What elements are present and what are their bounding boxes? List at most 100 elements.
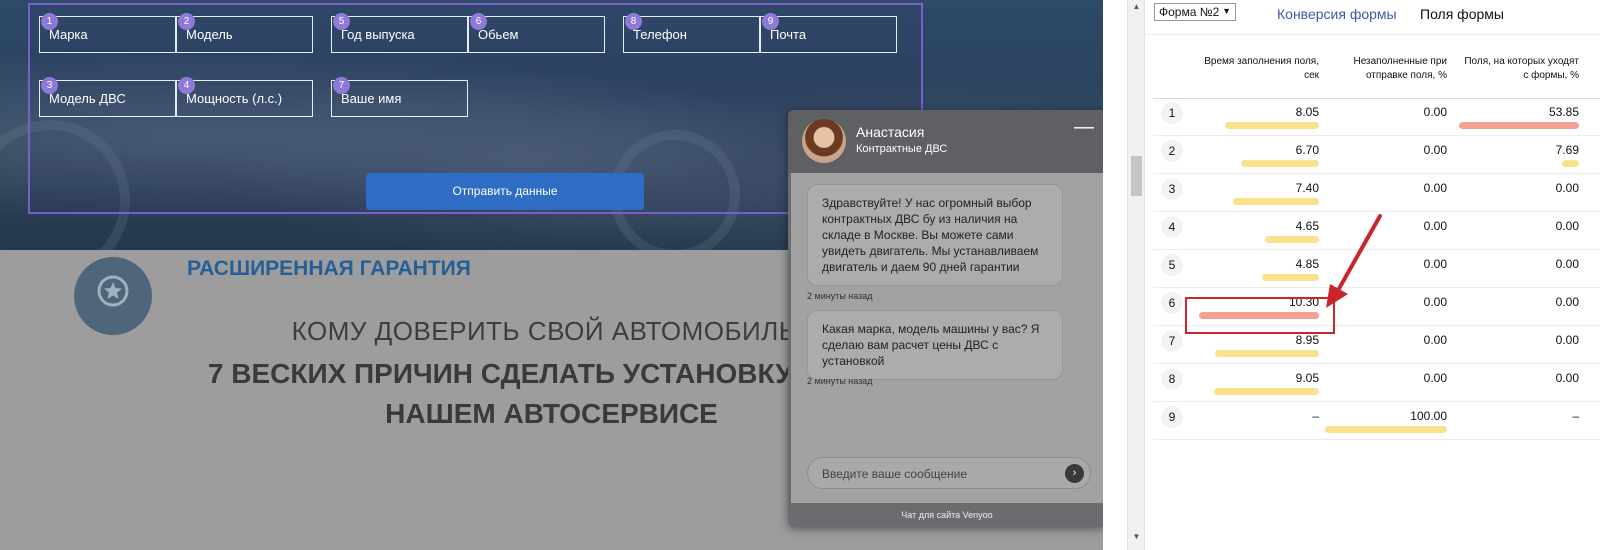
form-field[interactable]: 9 Почта [760,13,897,53]
exit-value: 0.00 [1555,181,1579,195]
message-time: 2 минуты назад [807,376,873,386]
form-select[interactable]: Форма №2 ▼ [1154,3,1236,21]
column-header-unfilled: Незаполненные при отправке поля, % [1313,55,1447,83]
scroll-up-icon[interactable]: ▲ [1128,2,1145,16]
row-number: 4 [1161,216,1183,238]
row-number: 7 [1161,330,1183,352]
column-header-exit: Поля, на которых уходят с формы, % [1441,55,1579,83]
highlight-box [1185,297,1335,334]
form-field[interactable]: 4 Мощность (л.с.) [176,77,313,117]
form-select-value: Форма №2 [1159,5,1220,19]
avatar [802,119,846,163]
chevron-down-icon: ▼ [1222,6,1231,16]
unfilled-value: 0.00 [1423,371,1447,385]
fill-time-bar [1233,198,1319,205]
field-label: Почта [770,27,807,42]
exit-value: 0.00 [1555,295,1579,309]
table-row: 8 9.05 0.00 0.00 [1153,364,1600,402]
field-label: Модель [186,27,233,42]
chat-widget: Анастасия Контрактные ДВС — Здравствуйте… [788,110,1103,527]
field-label: Модель ДВС [49,91,126,106]
exit-value: 0.00 [1555,333,1579,347]
row-number: 2 [1161,140,1183,162]
field-label: Год выпуска [341,27,415,42]
column-header-line: Незаполненные при [1353,56,1447,67]
form-field[interactable]: 6 Обьем [468,13,605,53]
chat-messages: Здравствуйте! У нас огромный выбор контр… [791,173,1103,503]
unfilled-value: 100.00 [1410,409,1447,423]
minimize-icon[interactable]: — [1074,117,1094,137]
fill-time-value: 8.05 [1295,105,1319,119]
exit-value: 7.69 [1555,143,1579,157]
fill-time-bar [1215,350,1319,357]
scroll-thumb[interactable] [1131,156,1142,196]
screen: 1 Марка 2 Модель 5 Год выпуска 6 Обьем 8 [0,0,1600,550]
fill-time-value: 4.65 [1295,219,1319,233]
fill-time-bar [1262,274,1319,281]
table-row: 1 8.05 0.00 53.85 [1153,98,1600,136]
form-field[interactable]: 1 Марка [39,13,176,53]
field-label: Обьем [478,27,519,42]
tab-fields[interactable]: Поля формы [1420,6,1504,22]
send-icon[interactable]: › [1065,464,1084,483]
unfilled-value: 0.00 [1423,105,1447,119]
form-field[interactable]: 2 Модель [176,13,313,53]
row-number: 5 [1161,254,1183,276]
tab-conversion[interactable]: Конверсия формы [1277,6,1397,22]
column-header-line: сек [1304,70,1319,81]
row-number: 6 [1161,292,1183,314]
column-header-line: отправке поля, % [1365,70,1447,81]
fill-time-bar [1214,388,1319,395]
form-field[interactable]: 3 Модель ДВС [39,77,176,117]
message-time: 2 минуты назад [807,291,873,301]
unfilled-value: 0.00 [1423,257,1447,271]
unfilled-value: 0.00 [1423,333,1447,347]
chat-input-placeholder: Введите ваше сообщение [822,467,968,481]
scroll-down-icon[interactable]: ▼ [1128,532,1145,546]
unfilled-value: 0.00 [1423,181,1447,195]
badge-star-icon [97,275,129,307]
fill-time-bar [1265,236,1319,243]
fill-time-value: 7.40 [1295,181,1319,195]
column-header-fill-time: Время заполнения поля, сек [1185,55,1319,83]
exit-value: 0.00 [1555,371,1579,385]
field-label: Марка [49,27,88,42]
page-scrollbar[interactable]: ▲ ▼ [1127,0,1144,550]
agent-subtitle: Контрактные ДВС [856,143,948,155]
form-field[interactable]: 7 Ваше имя [331,77,468,117]
exit-value: 53.85 [1548,105,1579,119]
exit-bar [1562,160,1579,167]
column-header-line: с формы, % [1523,70,1579,81]
agent-name: Анастасия [856,124,925,140]
fill-time-value: 4.85 [1295,257,1319,271]
fill-time-value: – [1312,409,1319,423]
row-number: 3 [1161,178,1183,200]
form-field[interactable]: 5 Год выпуска [331,13,468,53]
field-label: Телефон [633,27,687,42]
submit-button[interactable]: Отправить данные [366,173,644,210]
table-row: 9 – 100.00 – [1153,402,1600,440]
fill-time-value: 9.05 [1295,371,1319,385]
table-row: 2 6.70 0.00 7.69 [1153,136,1600,174]
fill-time-value: 6.70 [1295,143,1319,157]
chat-message-input[interactable]: Введите ваше сообщение › [807,457,1091,489]
exit-bar [1459,122,1579,129]
chat-header: Анастасия Контрактные ДВС — [788,110,1103,173]
fill-time-bar [1241,160,1319,167]
column-header-line: Поля, на которых уходят [1464,56,1579,67]
exit-value: – [1572,409,1579,423]
feature-title: РАСШИРЕННАЯ ГАРАНТИЯ [187,257,471,280]
table-row: 3 7.40 0.00 0.00 [1153,174,1600,212]
field-label: Мощность (л.с.) [186,91,283,106]
chat-message: Здравствуйте! У нас огромный выбор контр… [807,184,1063,286]
field-label: Ваше имя [341,91,402,106]
unfilled-value: 0.00 [1423,219,1447,233]
website-preview: 1 Марка 2 Модель 5 Год выпуска 6 Обьем 8 [0,0,1103,550]
exit-value: 0.00 [1555,219,1579,233]
form-field[interactable]: 8 Телефон [623,13,760,53]
column-header-line: Время заполнения поля, [1204,56,1319,67]
unfilled-value: 0.00 [1423,143,1447,157]
divider [1145,34,1600,35]
row-number: 8 [1161,368,1183,390]
exit-value: 0.00 [1555,257,1579,271]
